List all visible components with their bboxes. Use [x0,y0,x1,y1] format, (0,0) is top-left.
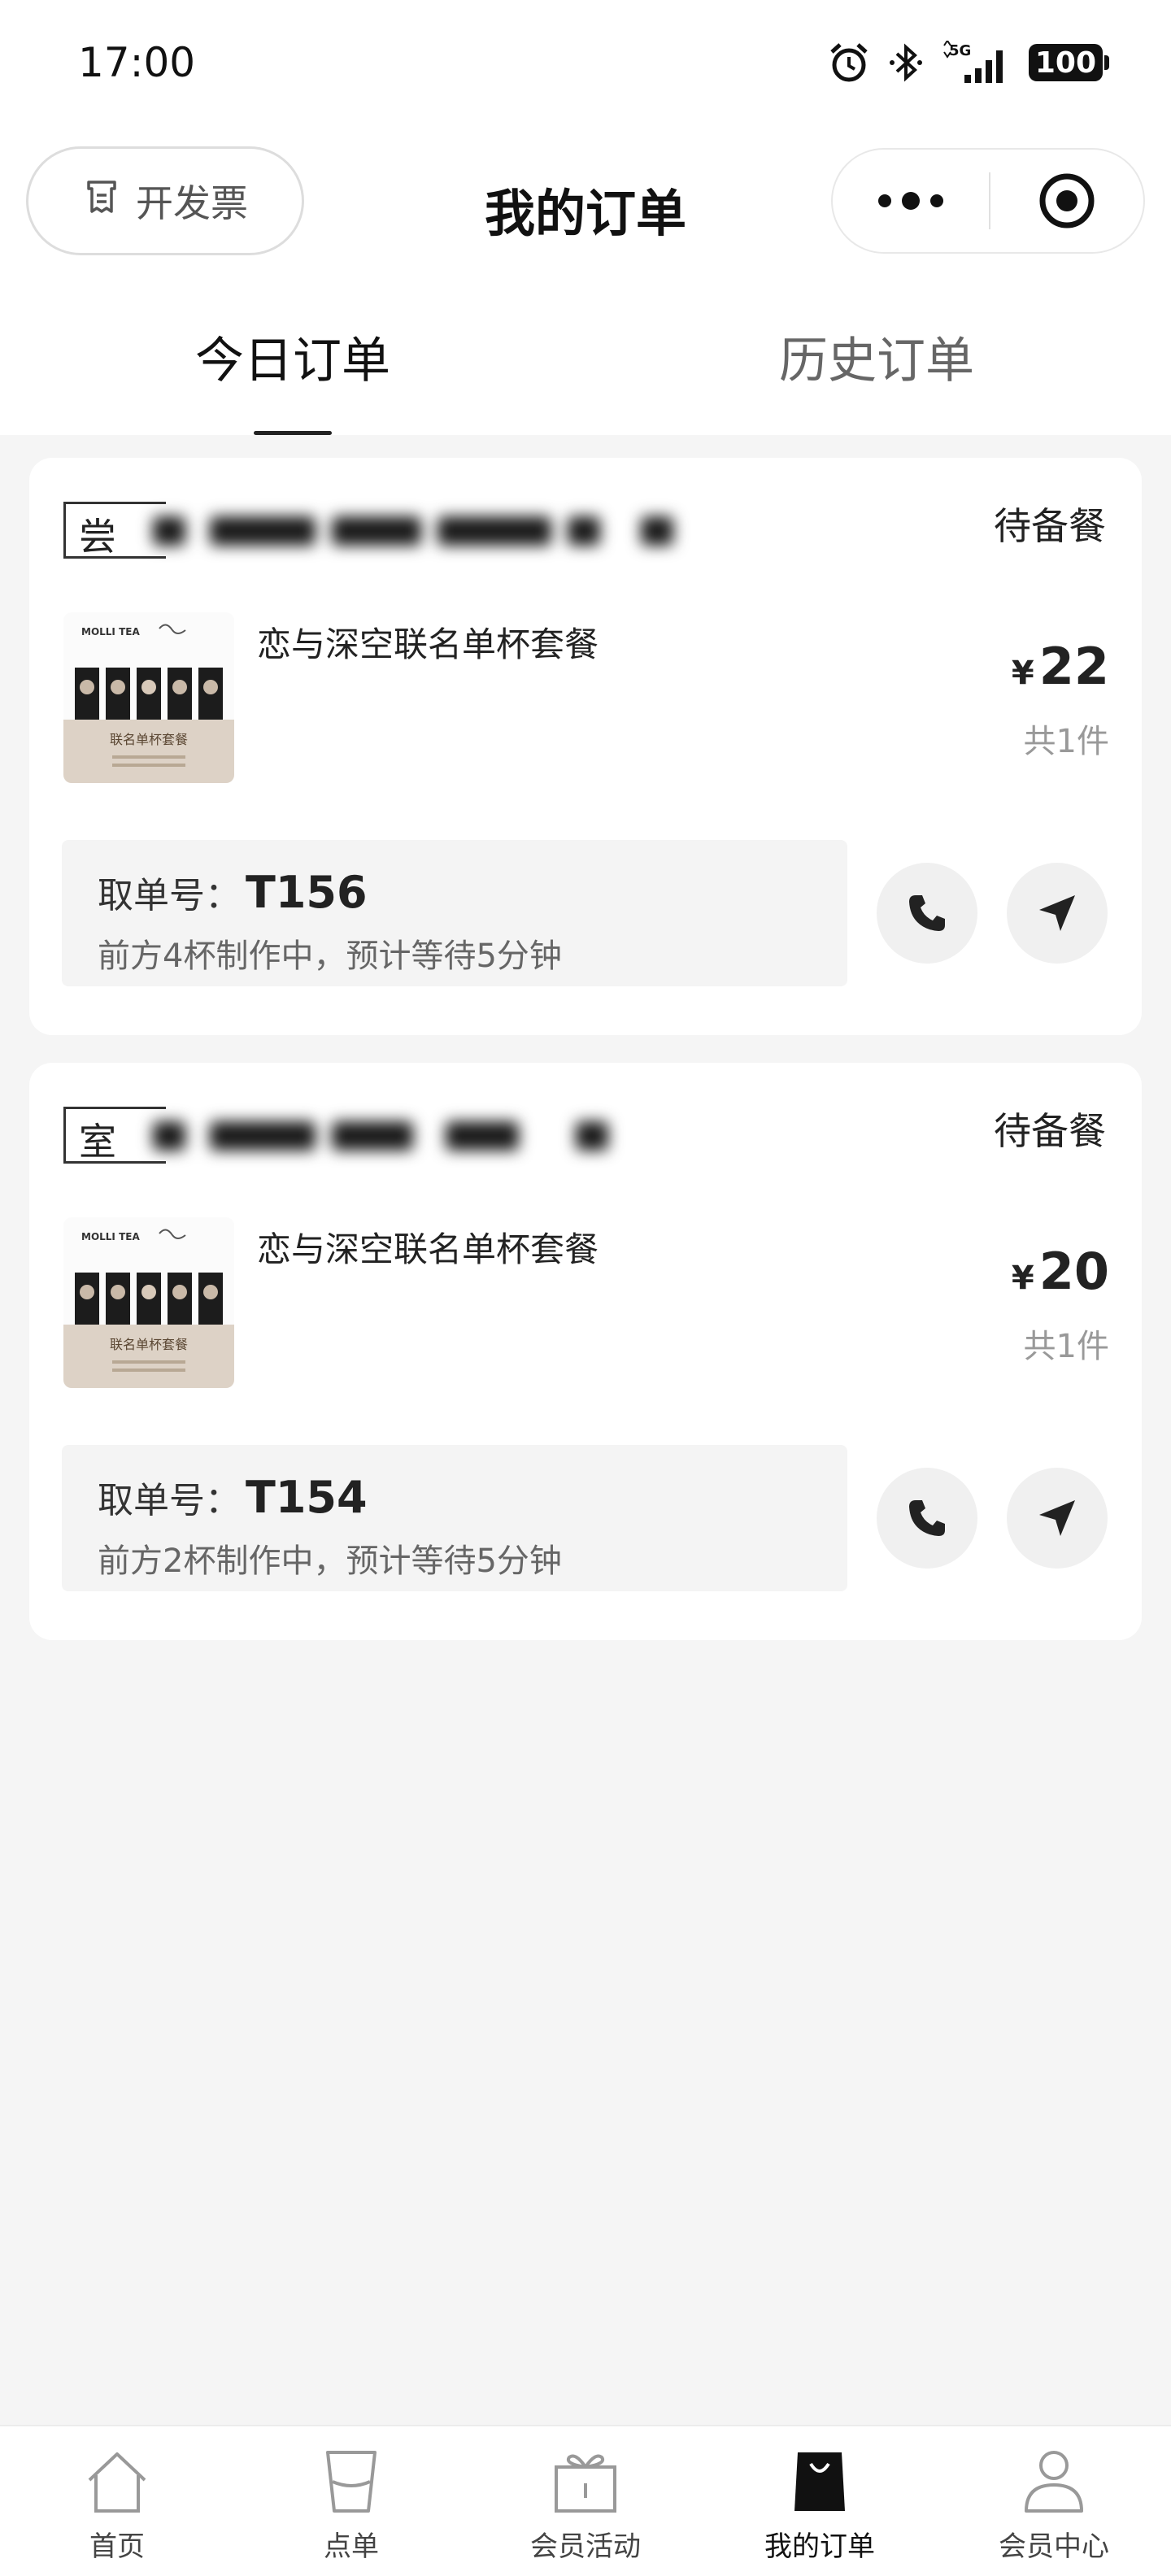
pickup-info: 取单号： T154 前方2杯制作中，预计等待5分钟 [62,1445,847,1591]
tabbar-label: 会员中心 [999,2530,1109,2563]
product-image-caption: 联名单杯套餐 [110,732,188,747]
order-tabs: 今日订单 历史订单 [0,272,1171,435]
store-badge: 尝 [63,502,166,559]
home-icon [83,2446,151,2514]
tab-today-orders[interactable]: 今日订单 [195,321,390,392]
item-quantity: 共1件 [1023,1328,1109,1365]
user-icon [1020,2446,1088,2514]
product-image-caption: 联名单杯套餐 [110,1337,188,1352]
call-store-button[interactable] [877,863,977,964]
order-status: 待备餐 [994,504,1106,548]
pickup-number: T154 [246,1472,368,1523]
tabbar-label: 我的订单 [764,2530,875,2563]
product-name: 恋与深空联名单杯套餐 [257,624,599,664]
order-status: 待备餐 [994,1109,1106,1153]
navigation-arrow-icon [1039,1500,1075,1536]
product-name: 恋与深空联名单杯套餐 [257,1229,599,1269]
store-initial: 室 [79,1120,116,1164]
order-card[interactable]: 尝 待备餐 MOLLI TEA 联名单杯套餐 恋与深空联名单杯套餐 ¥22 共1… [29,458,1142,1035]
tabbar-label: 会员活动 [530,2530,641,2563]
product-image: MOLLI TEA 联名单杯套餐 [63,612,234,783]
order-card[interactable]: 室 待备餐 MOLLI TEA 联名单杯套餐 恋与深空联名单杯套餐 ¥20 共1… [29,1063,1142,1640]
store-name-redacted [153,1115,690,1155]
more-dots-icon [878,192,943,210]
shopping-bag-icon [791,2446,848,2514]
store-badge: 室 [63,1107,166,1164]
tabbar-item-my-orders[interactable]: 我的订单 [703,2426,937,2576]
tabbar-item-order[interactable]: 点单 [234,2426,468,2576]
pickup-label: 取单号： T154 [98,1471,368,1523]
pickup-label-text: 取单号： [98,1480,241,1521]
queue-status: 前方2杯制作中，预计等待5分钟 [98,1543,562,1580]
phone-icon [909,1500,945,1536]
call-store-button[interactable] [877,1468,977,1569]
store-name-redacted [153,510,690,550]
bottom-tab-bar: 首页 点单 会员活动 我的订单 会员中心 [0,2425,1171,2576]
header: 开发票 我的订单 [0,130,1171,272]
price-value: 22 [1038,637,1109,696]
item-quantity: 共1件 [1023,723,1109,760]
tabbar-label: 首页 [89,2530,145,2563]
cup-icon [323,2446,380,2514]
queue-status: 前方4杯制作中，预计等待5分钟 [98,938,562,975]
status-icons: 5G 100 [827,41,1110,85]
signal-icon: 5G [942,41,1011,85]
product-image: MOLLI TEA 联名单杯套餐 [63,1217,234,1388]
more-button[interactable] [833,150,989,252]
network-label: 5G [949,42,971,59]
order-price: ¥22 [1012,637,1109,696]
product-brand: MOLLI TEA [81,1231,140,1242]
tabbar-item-member-center[interactable]: 会员中心 [937,2426,1171,2576]
navigate-button[interactable] [1007,1468,1108,1569]
pickup-info: 取单号： T156 前方4杯制作中，预计等待5分钟 [62,840,847,986]
battery-indicator: 100 [1028,44,1110,81]
store-initial: 尝 [79,515,116,559]
tab-active-indicator [254,431,332,435]
product-brand: MOLLI TEA [81,626,140,637]
navigation-arrow-icon [1039,895,1075,931]
mini-program-capsule [831,148,1145,254]
tabbar-item-home[interactable]: 首页 [0,2426,234,2576]
status-time: 17:00 [78,39,196,86]
target-icon [1039,173,1095,228]
status-bar: 17:00 5G 100 [0,0,1171,130]
order-price: ¥20 [1012,1242,1109,1301]
gift-icon [551,2446,620,2514]
pickup-label-text: 取单号： [98,875,241,916]
navigate-button[interactable] [1007,863,1108,964]
tab-history-orders[interactable]: 历史订单 [779,321,974,392]
phone-icon [909,895,945,931]
store-name: 室 [63,1103,698,1164]
currency-symbol: ¥ [1011,655,1034,692]
bluetooth-icon [889,41,925,85]
pickup-number: T156 [246,867,368,918]
alarm-icon [827,41,871,85]
currency-symbol: ¥ [1011,1260,1034,1297]
price-value: 20 [1038,1242,1109,1301]
pickup-label: 取单号： T156 [98,866,368,918]
close-mini-program-button[interactable] [990,150,1143,252]
tabbar-item-member-activity[interactable]: 会员活动 [468,2426,703,2576]
tabbar-label: 点单 [324,2530,379,2563]
store-name: 尝 [63,498,698,559]
